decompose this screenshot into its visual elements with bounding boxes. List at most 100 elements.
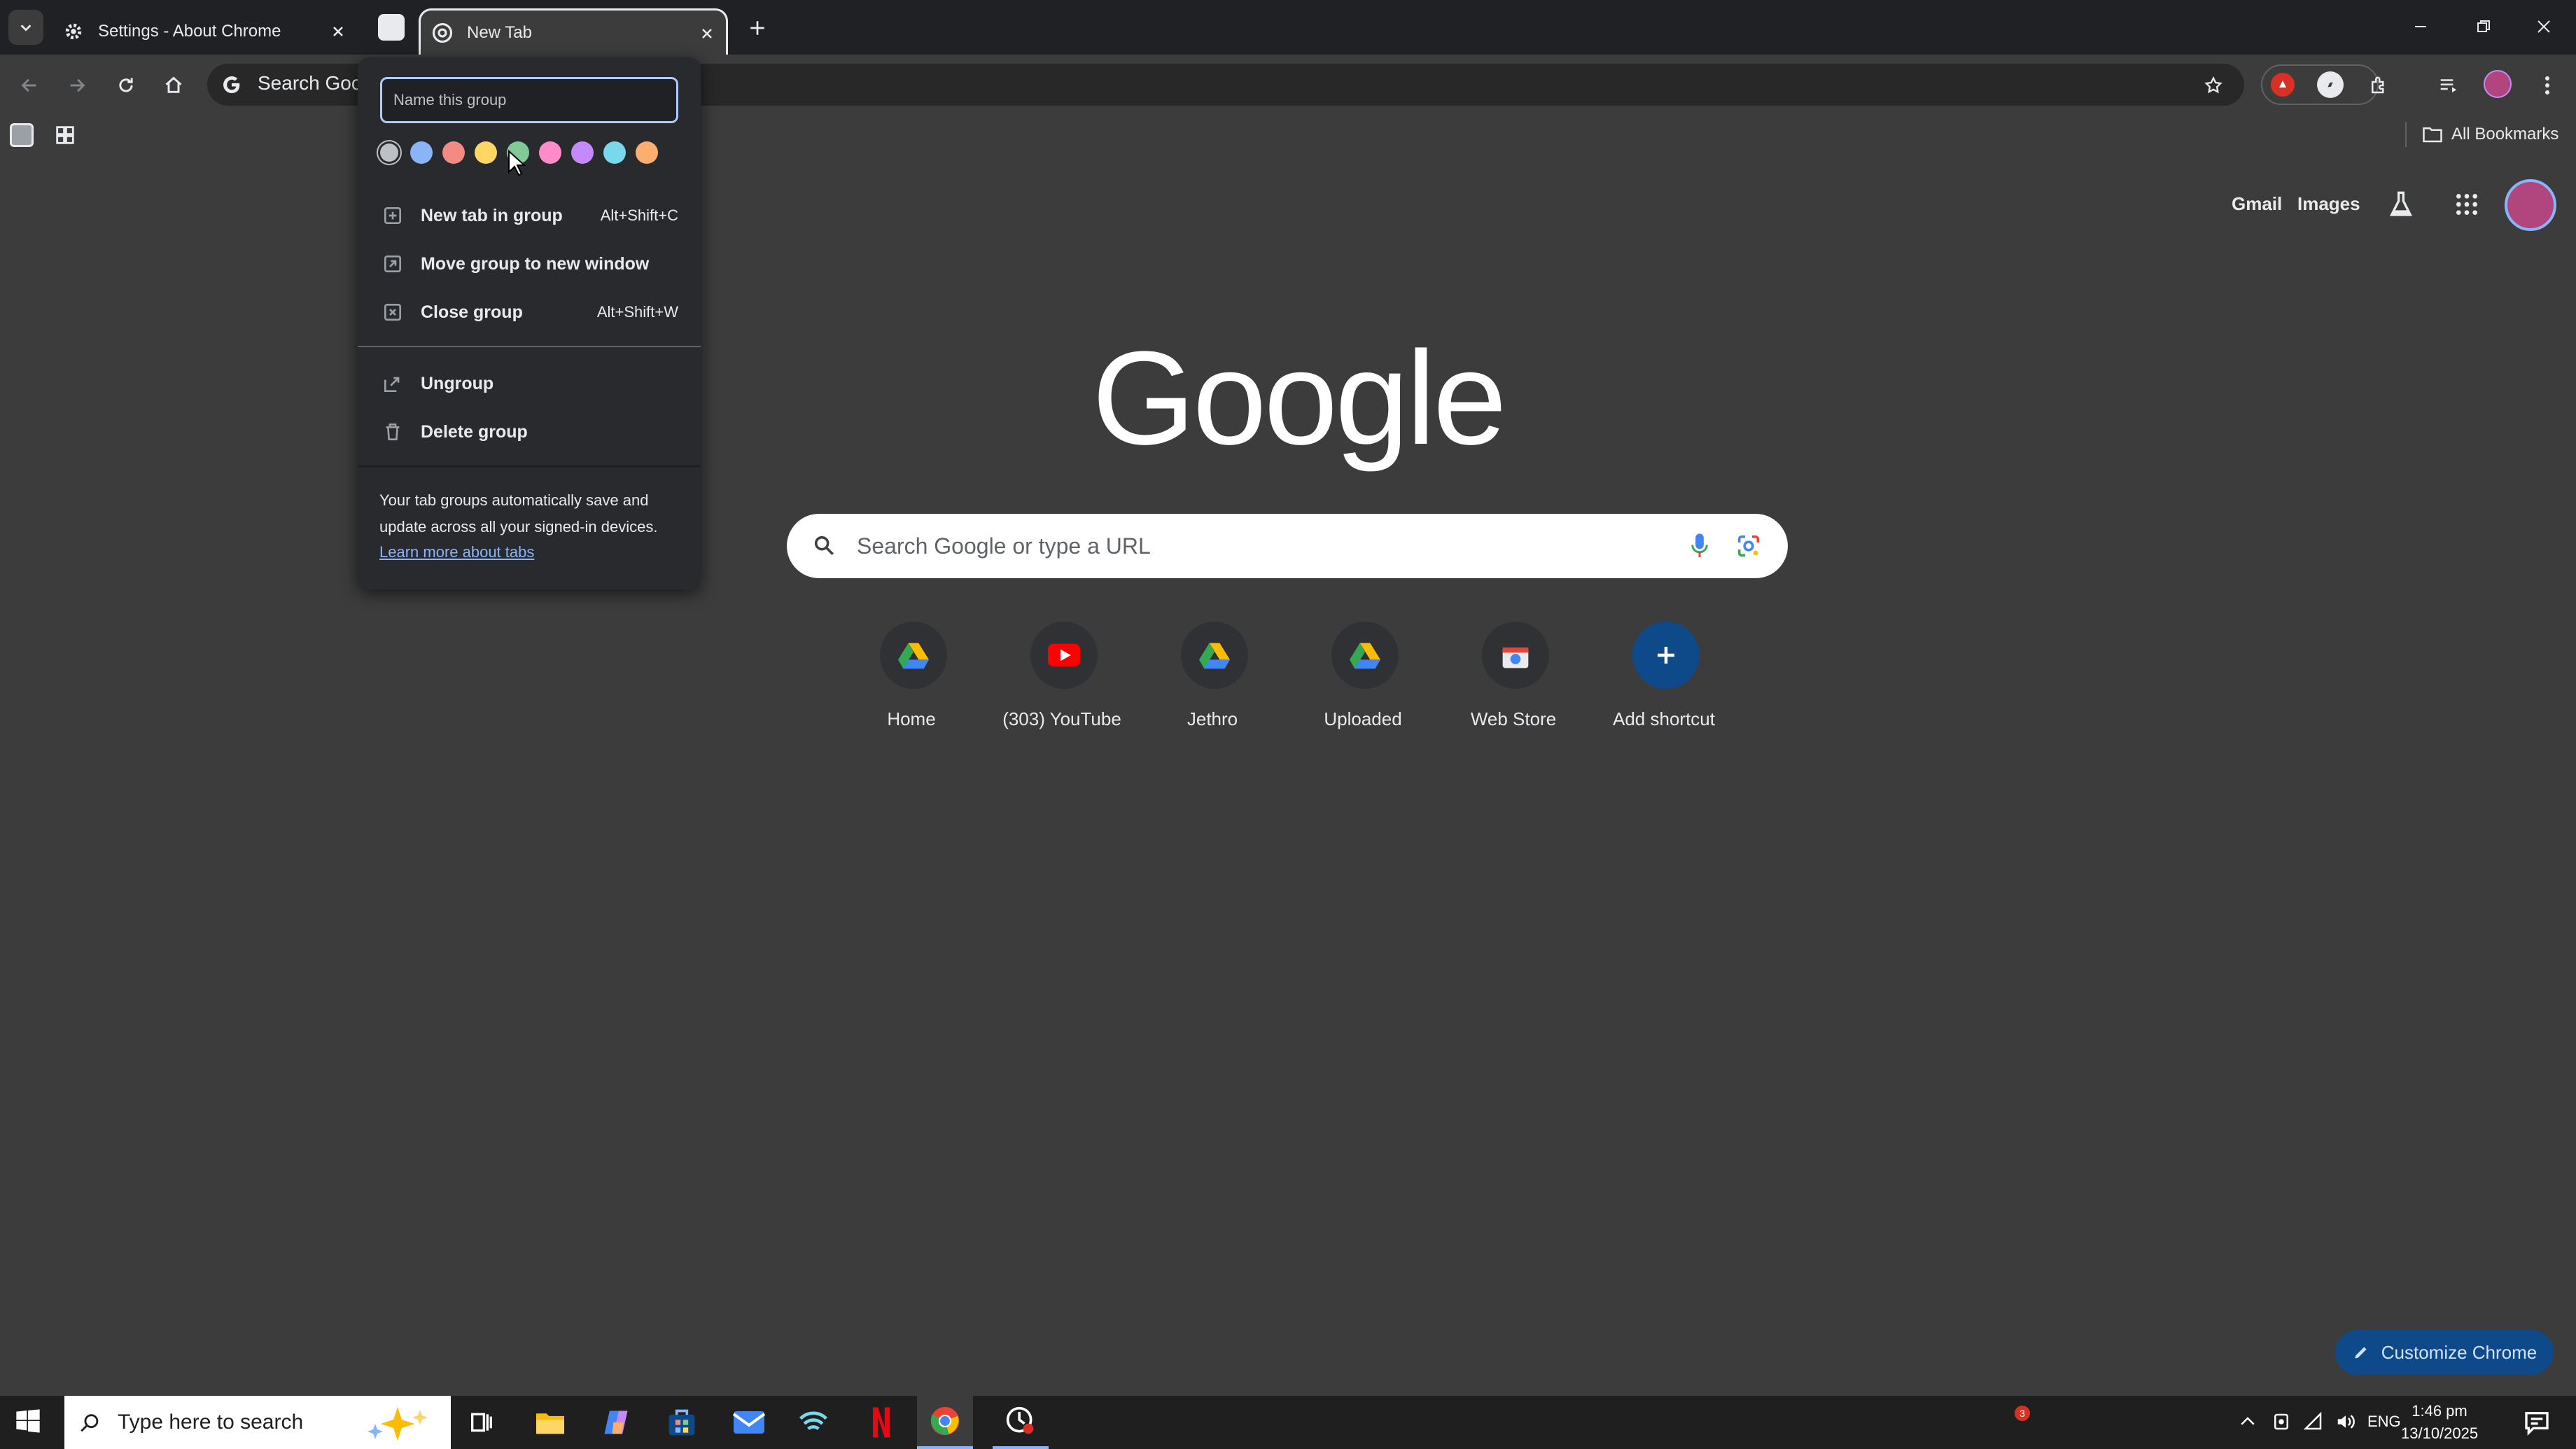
extension-compass-icon[interactable] [2317,71,2344,98]
tab-title: Settings - About Chrome [98,22,281,41]
chrome-taskbar-icon[interactable] [917,1396,973,1449]
wifi-app-icon[interactable] [798,1407,829,1438]
shortcut-tile[interactable]: (303) YouTube [999,622,1125,748]
color-swatch[interactable] [571,141,594,164]
task-view-icon[interactable] [468,1408,496,1436]
menu-item-shortcut: Alt+Shift+C [600,206,678,224]
search-icon [812,533,836,557]
new-tab-button[interactable] [742,13,773,43]
group-name-input[interactable] [380,77,678,123]
customize-label: Customize Chrome [2381,1341,2538,1363]
close-icon [333,27,343,36]
reload-button[interactable] [111,70,141,101]
close-group-icon [384,304,401,321]
home-icon [165,76,182,93]
color-swatch[interactable] [380,144,398,162]
color-swatch[interactable] [442,141,465,164]
google-apps-button[interactable] [2453,190,2481,218]
mouse-cursor [507,150,526,176]
grid-icon[interactable] [53,123,77,147]
menu-item-label: New tab in group [421,205,563,225]
minimize-icon [2415,26,2426,27]
color-swatch[interactable] [636,141,658,164]
start-button[interactable] [14,1407,45,1438]
lens-search-button[interactable] [1735,532,1763,560]
gmail-link[interactable]: Gmail [2232,193,2282,215]
minimize-button[interactable] [2405,13,2436,41]
extensions-button[interactable] [2363,70,2394,101]
puzzle-icon [2372,76,2384,94]
home-button[interactable] [158,70,189,101]
color-swatch[interactable] [410,141,433,164]
copilot-icon[interactable] [601,1407,631,1438]
chevron-up-icon[interactable] [2237,1411,2258,1432]
shortcut-label: (303) YouTube [1002,708,1121,729]
window-close-button[interactable] [2528,13,2559,41]
lens-icon [1737,535,1760,557]
all-bookmarks-label: All Bookmarks [2451,125,2559,144]
back-button[interactable] [14,70,45,101]
menu-item-new-tab-in-group[interactable]: New tab in group Alt+Shift+C [358,192,701,239]
tab-new-tab[interactable]: New Tab [419,8,728,55]
netflix-icon[interactable] [871,1406,892,1439]
network-icon[interactable] [2303,1411,2324,1432]
shortcut-tile[interactable]: Add shortcut [1601,622,1727,748]
menu-divider [358,465,701,468]
file-explorer-icon[interactable] [535,1408,566,1436]
shortcut-tile[interactable]: Uploaded [1300,622,1426,748]
menu-item-ungroup[interactable]: Ungroup [358,360,701,407]
mail-icon[interactable] [732,1408,766,1436]
menu-item-shortcut: Alt+Shift+W [596,303,678,321]
move-window-icon [384,255,401,272]
color-swatch[interactable] [539,141,561,164]
shortcut-tile[interactable]: Jethro [1149,622,1275,748]
meet-now-icon[interactable] [2271,1411,2292,1432]
google-drive-icon [1181,622,1248,689]
arrow-left-icon [21,78,36,92]
color-swatch[interactable] [603,141,626,164]
chevron-down-icon [20,24,31,31]
extension-red-icon[interactable] [2271,73,2295,97]
learn-more-link[interactable]: Learn more about tabs [379,543,534,561]
account-avatar[interactable] [2505,179,2556,231]
menu-item-close-group[interactable]: Close group Alt+Shift+W [358,288,701,336]
restore-button[interactable] [2468,13,2499,41]
bookmark-star-button[interactable] [2198,70,2229,101]
shortcut-tile[interactable]: Home [848,622,974,748]
windows-icon [16,1409,40,1433]
images-link[interactable]: Images [2297,193,2360,215]
profile-avatar[interactable] [2484,70,2512,98]
shortcut-label: Jethro [1186,708,1238,729]
more-vertical-icon [2545,76,2549,94]
chrome-menu-button[interactable] [2537,70,2558,101]
all-bookmarks-button[interactable]: All Bookmarks [2422,122,2558,147]
tab-group-chip[interactable] [378,14,405,41]
notifications-icon[interactable] [2523,1408,2551,1436]
reading-list-button[interactable] [2433,70,2464,101]
tab-search-button[interactable] [8,10,43,45]
pencil-icon [2355,1347,2367,1359]
shortcut-label: Add shortcut [1613,708,1715,729]
color-swatch[interactable] [475,141,497,164]
language-indicator[interactable]: ENG [2367,1413,2401,1431]
chrome-icon [432,22,453,43]
menu-item-move-group[interactable]: Move group to new window [358,240,701,288]
youtube-icon [1030,622,1098,689]
menu-item-delete-group[interactable]: Delete group [358,408,701,456]
folder-icon [2423,127,2442,143]
tab-groups-icon[interactable] [10,123,34,147]
shortcut-tile[interactable]: Web Store [1450,622,1576,748]
close-tab-button[interactable] [326,20,350,43]
microsoft-store-icon[interactable] [666,1407,697,1438]
menu-item-label: Delete group [421,421,528,442]
customize-chrome-button[interactable]: Customize Chrome [2335,1330,2554,1375]
tab-settings[interactable]: Settings - About Chrome [63,8,357,55]
labs-button[interactable] [2387,189,2415,220]
volume-icon[interactable] [2335,1411,2356,1432]
close-tab-button[interactable] [695,22,719,46]
recording-app-icon[interactable] [993,1396,1049,1449]
forward-button[interactable] [62,70,92,101]
ungroup-icon [384,377,400,392]
clock[interactable]: 1:46 pm 13/10/2025 [2401,1400,2478,1445]
voice-search-button[interactable] [1687,531,1712,561]
